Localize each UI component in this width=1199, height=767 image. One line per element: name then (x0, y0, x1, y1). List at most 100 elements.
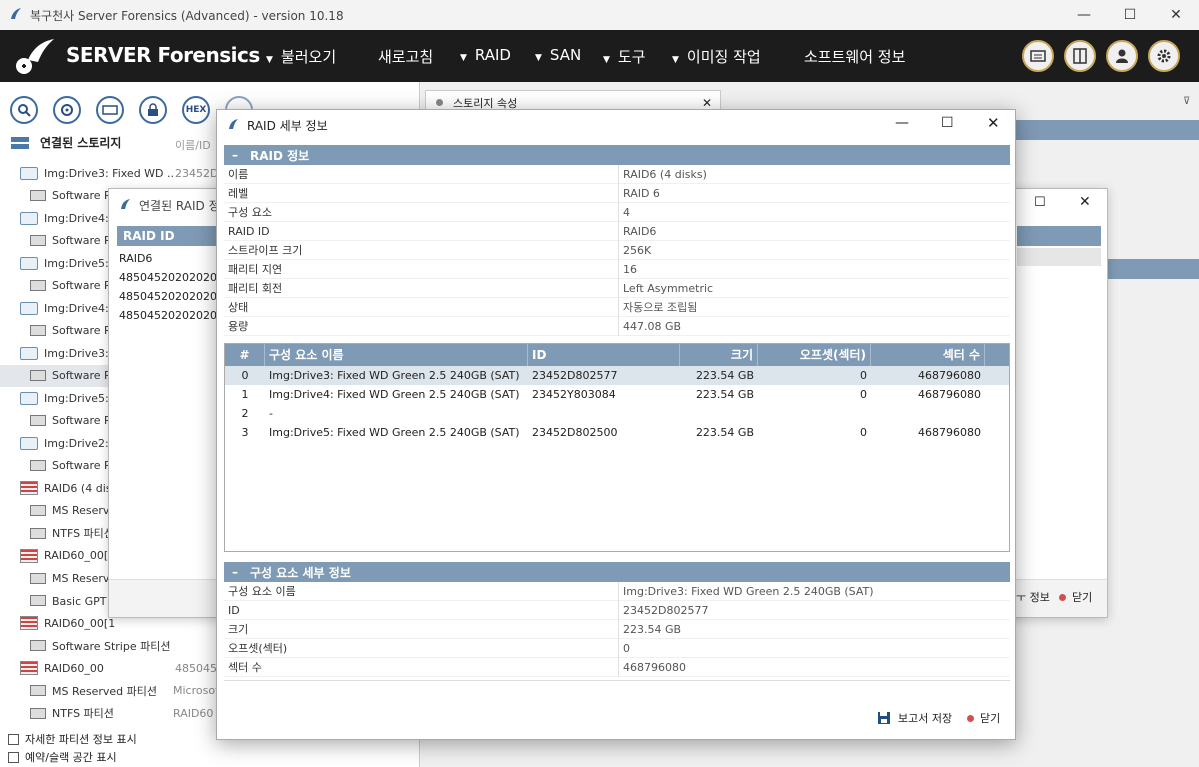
close-dialog-button[interactable]: 닫기 (967, 710, 1000, 726)
info-row: 오프셋(섹터) 0 (224, 638, 1010, 658)
info-row: 크기 223.54 GB (224, 619, 1010, 639)
table-row[interactable]: 3 Img:Drive5: Fixed WD Green 2.5 240GB (S… (225, 423, 1009, 442)
col-index[interactable]: # (225, 344, 265, 366)
raid-row[interactable]: RAID6 (119, 249, 231, 268)
col-id[interactable]: ID (528, 344, 680, 366)
raid-icon (20, 616, 38, 630)
dialog-maximize-button[interactable]: ☐ (941, 115, 954, 131)
floppy-icon (878, 712, 890, 724)
gear-icon[interactable] (1148, 40, 1180, 72)
col-offset[interactable]: 오프셋(섹터) (758, 344, 871, 366)
table-row[interactable]: 2- (225, 404, 1009, 423)
raid-row-selected-right (1017, 248, 1101, 266)
raid-id-list[interactable]: RAID6 4850452020202020 4850452020202020 … (119, 249, 231, 325)
nav-load[interactable]: ▼ 불러오기 (266, 46, 336, 67)
dropdown-icon[interactable]: ⊽ (1183, 96, 1190, 107)
info-value: RAID6 (4 disks) (623, 167, 707, 181)
part-icon (30, 190, 46, 201)
nav-refresh[interactable]: 새로고침 (378, 46, 433, 67)
dialog-minimize-button[interactable]: — (895, 115, 909, 131)
nav-software-info[interactable]: 소프트웨어 정보 (804, 46, 905, 67)
dialog-title: RAID 세부 정보 (247, 119, 328, 133)
close-dot-icon (1059, 593, 1066, 601)
col-sector-count[interactable]: 섹터 수 (871, 344, 985, 366)
window-logo-icon (121, 199, 130, 209)
minimize-button[interactable]: — (1061, 0, 1107, 30)
dialog-close-x-button[interactable]: ✕ (987, 114, 1000, 132)
tab-close-icon[interactable]: ✕ (702, 96, 712, 110)
brand-name: SERVER Forensics (66, 43, 260, 67)
table-cell: 223.54 GB (695, 369, 754, 382)
app-logo-icon (11, 8, 21, 19)
show-reserved-space-checkbox[interactable]: 예약/슬랙 공간 표시 (8, 749, 117, 765)
tree-item-label: Software Stripe 파티션 (52, 639, 171, 653)
table-cell: 3 (241, 426, 249, 439)
table-cell: 23452D802577 (532, 369, 618, 382)
part-icon (30, 325, 46, 336)
dialog-logo-icon (229, 119, 238, 129)
brand-logo-icon (16, 39, 54, 74)
col-size[interactable]: 크기 (680, 344, 758, 366)
info-row: 이름 RAID6 (4 disks) (224, 164, 1010, 184)
part-icon (30, 707, 46, 719)
part-icon (30, 640, 46, 651)
table-cell: 468796080 (918, 426, 981, 439)
drive-icon (20, 346, 38, 360)
raid-row[interactable]: 4850452020202020 (119, 306, 231, 325)
info-key: 구성 요소 이름 (224, 581, 619, 601)
user-icon[interactable] (1106, 40, 1138, 72)
table-cell: 468796080 (918, 388, 981, 401)
card-icon[interactable] (1022, 40, 1054, 72)
info-row: 섹터 수 468796080 (224, 657, 1010, 677)
info-key: 용량 (224, 316, 619, 336)
info-key: 이름 (224, 164, 619, 184)
part-icon (30, 415, 46, 426)
nav-raid[interactable]: ▼ RAID (460, 46, 511, 64)
disk-scan-icon[interactable] (53, 96, 81, 124)
tree-item-label: MS Reserved 파티션 (52, 684, 158, 698)
lock-icon[interactable] (139, 96, 167, 124)
nav-imaging[interactable]: ▼ 이미징 작업 (672, 46, 761, 67)
raid-id-header: RAID ID (117, 226, 217, 246)
search-icon[interactable] (10, 96, 38, 124)
close-button[interactable]: ✕ (1153, 0, 1199, 30)
drive-icon (20, 301, 38, 315)
table-row[interactable]: 0 Img:Drive3: Fixed WD Green 2.5 240GB (S… (225, 366, 1009, 385)
storage-icon (11, 136, 29, 149)
table-cell: 1 (241, 388, 249, 401)
bg-close-button[interactable]: ✕ (1079, 194, 1091, 210)
info-row: 스트라이프 크기 256K (224, 240, 1010, 260)
hex-icon[interactable]: HEX (182, 96, 210, 124)
raid-row[interactable]: 4850452020202020 (119, 287, 231, 306)
tab-dot-icon (436, 99, 443, 106)
title-bar: 복구천사 Server Forensics (Advanced) - versi… (0, 0, 1199, 30)
component-detail-section-header[interactable]: – 구성 요소 세부 정보 (224, 562, 1010, 582)
col-component-name[interactable]: 구성 요소 이름 (265, 344, 528, 366)
raid-row[interactable]: 4850452020202020 (119, 268, 231, 287)
raid-info-section-header[interactable]: – RAID 정보 (224, 145, 1010, 165)
bg-maximize-button[interactable]: ☐ (1034, 195, 1046, 210)
info-key: 레벨 (224, 183, 619, 203)
component-table-body: 0 Img:Drive3: Fixed WD Green 2.5 240GB (S… (225, 366, 1009, 442)
info-row: ID 23452D802577 (224, 600, 1010, 620)
save-report-button[interactable]: 보고서 저장 (877, 710, 952, 726)
table-row[interactable]: 1 Img:Drive4: Fixed WD Green 2.5 240GB (S… (225, 385, 1009, 404)
maximize-button[interactable]: ☐ (1107, 0, 1153, 30)
info-key: 오프셋(섹터) (224, 638, 619, 658)
info-value: 256K (623, 243, 652, 257)
panel-icon[interactable] (1064, 40, 1096, 72)
bg-close-dialog-button[interactable]: 닫기 (1059, 589, 1092, 605)
part-icon (30, 460, 46, 471)
info-row: 패리티 지연 16 (224, 259, 1010, 279)
info-key: 구성 요소 (224, 202, 619, 222)
part-icon (30, 595, 46, 606)
info-value: Left Asymmetric (623, 281, 714, 295)
show-partition-detail-checkbox[interactable]: 자세한 파티션 정보 표시 (8, 731, 137, 747)
nav-tools[interactable]: ▼ 도구 (603, 46, 646, 67)
nav-san[interactable]: ▼ SAN (535, 46, 581, 64)
drive-icon[interactable] (96, 96, 124, 124)
part-icon (30, 505, 46, 516)
bg-report-button[interactable]: ㅜ 정보 (1016, 589, 1050, 605)
table-cell: 23452D802500 (532, 426, 618, 439)
tree-item-label: RAID60_00[1 (44, 616, 116, 630)
